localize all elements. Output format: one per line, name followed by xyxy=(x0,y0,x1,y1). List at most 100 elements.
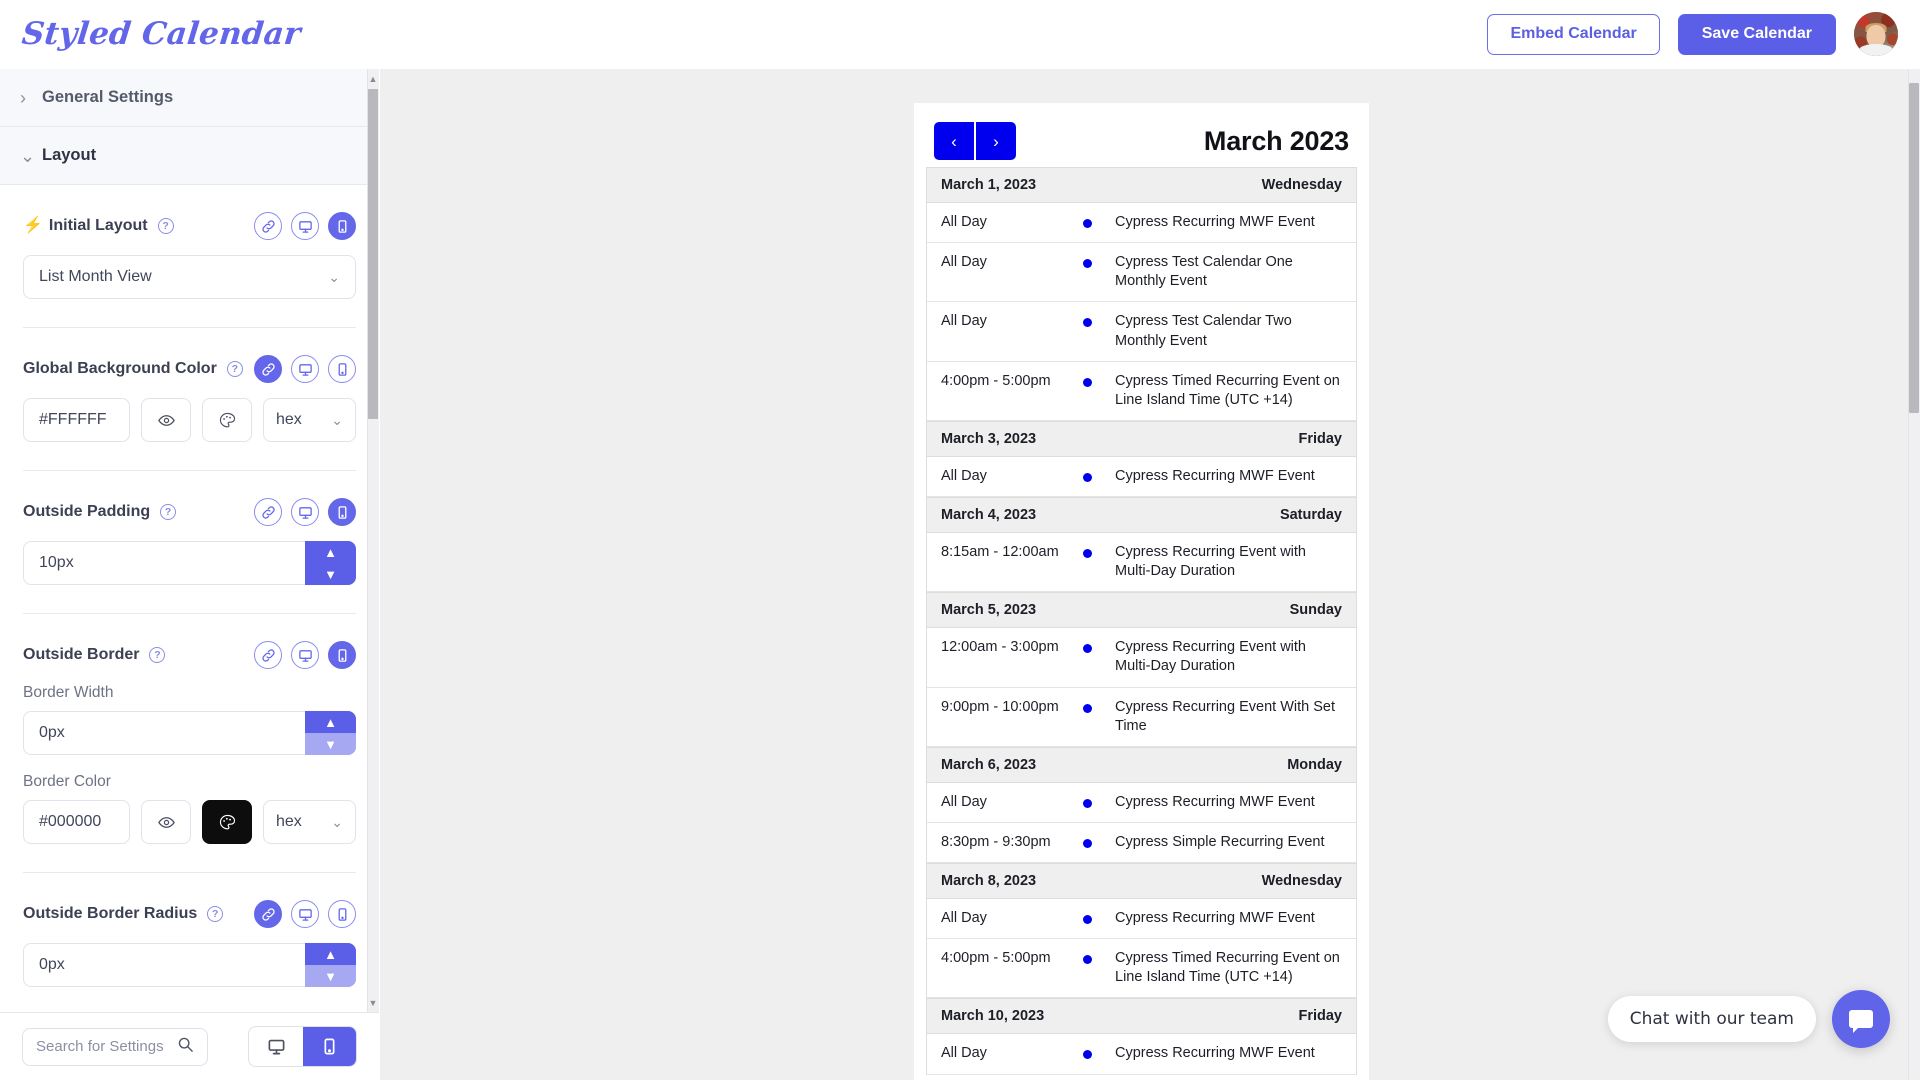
initial-layout-select[interactable]: List Month View ⌄ xyxy=(23,255,356,299)
calendar-event-row[interactable]: 4:00pm - 5:00pm Cypress Timed Recurring E… xyxy=(926,939,1357,999)
field-outside-border-radius-head: Outside Border Radius ? xyxy=(23,899,356,929)
global-background-color-input[interactable]: #FFFFFF xyxy=(23,398,130,442)
bolt-icon: ⚡ xyxy=(23,217,43,234)
accordion-layout[interactable]: ⌄ Layout xyxy=(0,127,379,185)
calendar-event-row[interactable]: All Day Cypress Test Calendar Two Monthly… xyxy=(926,302,1357,362)
mobile-icon-toggle[interactable] xyxy=(328,355,356,383)
outside-border-radius-number: 0px ▲ ▼ xyxy=(23,943,356,987)
mobile-icon-toggle[interactable] xyxy=(328,641,356,669)
chevron-up-icon[interactable]: ▲ xyxy=(305,943,356,965)
mobile-icon-toggle[interactable] xyxy=(328,900,356,928)
calendar-event-dot-cell xyxy=(1083,467,1115,486)
border-width-label: Border Width xyxy=(23,684,114,701)
chat-bubble-icon[interactable] xyxy=(1832,990,1890,1048)
border-color-input[interactable]: #000000 xyxy=(23,800,130,844)
embed-calendar-button[interactable]: Embed Calendar xyxy=(1487,13,1660,55)
palette-icon-button[interactable] xyxy=(202,800,252,844)
calendar-day-weekday: Friday xyxy=(1298,1008,1342,1025)
calendar-nav-group: ‹ › xyxy=(934,122,1016,160)
calendar-event-row[interactable]: 8:30pm - 9:30pm Cypress Simple Recurring … xyxy=(926,822,1357,863)
accordion-general-settings[interactable]: › General Settings xyxy=(0,69,379,127)
calendar-day-weekday: Monday xyxy=(1287,756,1342,773)
calendar-day-weekday: Friday xyxy=(1298,430,1342,447)
prev-month-button[interactable]: ‹ xyxy=(934,122,974,160)
calendar-event-time: All Day xyxy=(941,214,987,230)
help-icon[interactable]: ? xyxy=(226,361,243,377)
chevron-down-icon[interactable]: ▼ xyxy=(305,733,356,755)
calendar-event-row[interactable]: 8:15am - 12:00am Cypress Recurring Event … xyxy=(926,533,1357,593)
outside-padding-stepper: ▲ ▼ xyxy=(305,541,356,585)
field-outside-border-label: Outside Border xyxy=(23,646,140,663)
desktop-icon-toggle[interactable] xyxy=(291,212,319,240)
field-outside-border-head: Outside Border ? xyxy=(23,640,356,670)
eye-icon-button[interactable] xyxy=(141,398,191,442)
calendar-event-row[interactable]: 12:00am - 3:00pm Cypress Recurring Event … xyxy=(926,628,1357,688)
border-color-unit-select[interactable]: hex ⌄ xyxy=(263,800,356,844)
calendar-event-row[interactable]: All Day Cypress Recurring MWF Event xyxy=(926,1034,1357,1075)
calendar-event-dot-cell xyxy=(1083,312,1115,350)
preview-desktop-button[interactable] xyxy=(249,1027,302,1066)
help-icon[interactable]: ? xyxy=(160,504,177,520)
chevron-up-icon[interactable]: ▲ xyxy=(305,541,356,563)
preview-mobile-button[interactable] xyxy=(302,1027,356,1066)
avatar[interactable] xyxy=(1854,12,1898,56)
chevron-down-icon[interactable]: ▼ xyxy=(305,965,356,987)
sidebar-footer: Search for Settings xyxy=(0,1013,379,1080)
calendar-event-row[interactable]: All Day Cypress Recurring MWF Event xyxy=(926,899,1357,940)
link-icon-toggle[interactable] xyxy=(254,900,282,928)
field-initial-layout-title-group: ⚡ Initial Layout ? xyxy=(23,217,174,235)
help-icon[interactable]: ? xyxy=(207,906,224,922)
next-month-button[interactable]: › xyxy=(976,122,1016,160)
settings-scroll-area: › General Settings ⌄ Layout ⚡ Initial La… xyxy=(0,69,379,1013)
border-color-label: Border Color xyxy=(23,773,111,790)
initial-layout-value: List Month View xyxy=(39,268,152,285)
calendar-event-dot-cell xyxy=(1083,213,1115,232)
calendar-event-row[interactable]: All Day Cypress Recurring MWF Event xyxy=(926,203,1357,244)
scroll-down-icon[interactable]: ▼ xyxy=(368,996,378,1010)
device-toggles-outside-border-radius xyxy=(254,900,356,928)
calendar-event-time: All Day xyxy=(941,467,987,484)
scroll-up-icon[interactable]: ▲ xyxy=(368,72,378,86)
calendar-event-row[interactable]: 4:00pm - 5:00pm Cypress Timed Recurring E… xyxy=(926,361,1357,421)
field-initial-layout: ⚡ Initial Layout ? List Month View ⌄ xyxy=(23,185,356,328)
calendar-day-date: March 6, 2023 xyxy=(941,756,1037,773)
canvas-scrollbar[interactable] xyxy=(1908,69,1920,1080)
mobile-icon-toggle[interactable] xyxy=(328,212,356,240)
calendar-event-dot-cell xyxy=(1083,543,1115,581)
calendar-event-time: 9:00pm - 10:00pm xyxy=(941,698,1059,715)
calendar-event-row[interactable]: All Day Cypress Test Calendar One Monthly… xyxy=(926,243,1357,303)
help-icon[interactable]: ? xyxy=(149,647,166,663)
field-outside-border: Outside Border ? Border Width 0px ▲ ▼ Bo… xyxy=(23,614,356,873)
calendar-header: ‹ › March 2023 xyxy=(926,115,1357,167)
desktop-icon-toggle[interactable] xyxy=(291,900,319,928)
palette-icon-button[interactable] xyxy=(202,398,252,442)
link-icon-toggle[interactable] xyxy=(254,498,282,526)
calendar-event-row[interactable]: All Day Cypress Recurring MWF Event xyxy=(926,782,1357,823)
calendar-day-header: March 6, 2023 Monday xyxy=(926,746,1357,783)
border-width-stepper: ▲ ▼ xyxy=(305,711,356,755)
canvas-scrollbar-thumb[interactable] xyxy=(1909,83,1919,413)
calendar-event-row[interactable]: All Day Cypress Recurring MWF Event xyxy=(926,456,1357,497)
calendar-event-row[interactable]: 9:00pm - 10:00pm Cypress Recurring Event … xyxy=(926,687,1357,747)
calendar-event-dot-cell xyxy=(1083,793,1115,812)
desktop-icon-toggle[interactable] xyxy=(291,498,319,526)
sidebar-scrollbar-thumb[interactable] xyxy=(368,89,378,419)
help-icon[interactable]: ? xyxy=(157,218,174,234)
chat-prompt-bubble[interactable]: Chat with our team xyxy=(1607,996,1816,1042)
desktop-icon-toggle[interactable] xyxy=(291,355,319,383)
mobile-icon-toggle[interactable] xyxy=(328,498,356,526)
global-background-color-unit-select[interactable]: hex ⌄ xyxy=(263,398,356,442)
link-icon-toggle[interactable] xyxy=(254,355,282,383)
link-icon-toggle[interactable] xyxy=(254,212,282,240)
search-input-placeholder: Search for Settings xyxy=(36,1038,164,1055)
device-toggles-global-background-color xyxy=(254,355,356,383)
eye-icon-button[interactable] xyxy=(141,800,191,844)
link-icon-toggle[interactable] xyxy=(254,641,282,669)
sidebar-scrollbar[interactable]: ▲ ▼ xyxy=(367,69,379,1012)
save-calendar-button[interactable]: Save Calendar xyxy=(1677,13,1836,55)
search-input[interactable]: Search for Settings xyxy=(22,1027,209,1066)
chevron-up-icon[interactable]: ▲ xyxy=(305,711,356,733)
desktop-icon-toggle[interactable] xyxy=(291,641,319,669)
chevron-down-icon[interactable]: ▼ xyxy=(305,563,356,585)
calendar-event-list: March 1, 2023 Wednesday All Day Cypress Rec… xyxy=(926,167,1357,1075)
